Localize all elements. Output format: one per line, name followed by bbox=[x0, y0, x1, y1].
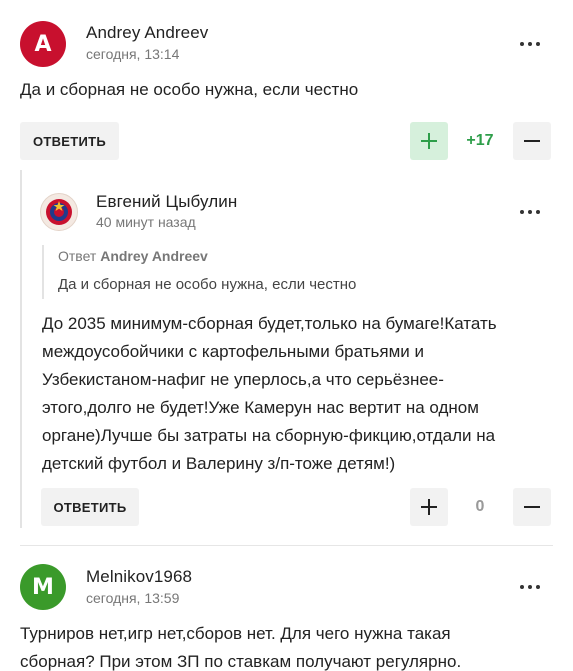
comment-author[interactable]: Евгений Цыбулин bbox=[96, 192, 237, 212]
comment-text-line: Узбекистаном-нафиг не уперлось,а что сер… bbox=[42, 370, 444, 389]
reply-to-header: Ответ Andrey Andreev bbox=[58, 245, 356, 267]
quote-text: Да и сборная не особо нужна, если честно bbox=[58, 276, 357, 293]
comment-author[interactable]: Andrey Andreev bbox=[86, 23, 208, 43]
comment-text-line: этого,долго не будет!Уже Камерун нас вер… bbox=[42, 398, 479, 417]
comment-text: Да и сборная не особо нужна, если честно bbox=[20, 80, 359, 99]
thread-line bbox=[20, 170, 22, 528]
minus-icon bbox=[524, 506, 540, 508]
comment-text-line: Турниров нет,игр нет,сборов нет. Для чег… bbox=[20, 624, 451, 643]
plus-icon bbox=[421, 133, 437, 149]
vote-score: 0 bbox=[475, 498, 485, 515]
reply-button[interactable]: ОТВЕТИТЬ bbox=[20, 122, 119, 160]
upvote-button[interactable] bbox=[410, 122, 448, 160]
more-options-icon[interactable] bbox=[515, 34, 545, 54]
comment-text-line: детский футбол и Валерину з/п-тоже детям… bbox=[42, 454, 396, 473]
downvote-button[interactable] bbox=[513, 122, 551, 160]
avatar-letter: M bbox=[32, 574, 54, 600]
reply-to-prefix: Ответ bbox=[58, 248, 97, 264]
comment-time: 40 минут назад bbox=[96, 214, 196, 230]
more-options-icon[interactable] bbox=[515, 577, 545, 597]
comment-text-line: междоусобойчики с картофельными братьями… bbox=[42, 342, 424, 361]
upvote-button[interactable] bbox=[410, 488, 448, 526]
minus-icon bbox=[524, 140, 540, 142]
avatar-cska-logo[interactable] bbox=[40, 193, 78, 231]
comment-author[interactable]: Melnikov1968 bbox=[86, 567, 192, 587]
comment-text-line: органе)Лучше бы затраты на сборную-фикци… bbox=[42, 426, 496, 445]
cska-logo-icon bbox=[46, 199, 72, 225]
comment-divider bbox=[20, 545, 553, 546]
reply-button[interactable]: ОТВЕТИТЬ bbox=[41, 488, 139, 526]
downvote-button[interactable] bbox=[513, 488, 551, 526]
avatar-letter: A bbox=[34, 31, 52, 57]
quoted-reply: Ответ Andrey Andreev Да и сборная не осо… bbox=[42, 245, 356, 299]
avatar[interactable]: A bbox=[20, 21, 66, 67]
comment-text-line: сборная? При этом ЗП по ставкам получают… bbox=[20, 652, 462, 671]
comment-andrey-andreev: A Andrey Andreev сегодня, 13:14 Да и сбо… bbox=[0, 0, 573, 170]
comment-time: сегодня, 13:59 bbox=[86, 590, 180, 606]
comment-text: Турниров нет,игр нет,сборов нет. Для чег… bbox=[20, 620, 461, 671]
vote-score: +17 bbox=[466, 132, 494, 149]
comment-text-line: До 2035 минимум-сборная будет,только на … bbox=[42, 314, 497, 333]
reply-to-author[interactable]: Andrey Andreev bbox=[100, 248, 208, 264]
more-options-icon[interactable] bbox=[515, 202, 545, 222]
avatar[interactable]: M bbox=[20, 564, 66, 610]
comment-time: сегодня, 13:14 bbox=[86, 46, 180, 62]
plus-icon bbox=[421, 499, 437, 515]
comment-text: До 2035 минимум-сборная будет,только на … bbox=[42, 310, 497, 478]
